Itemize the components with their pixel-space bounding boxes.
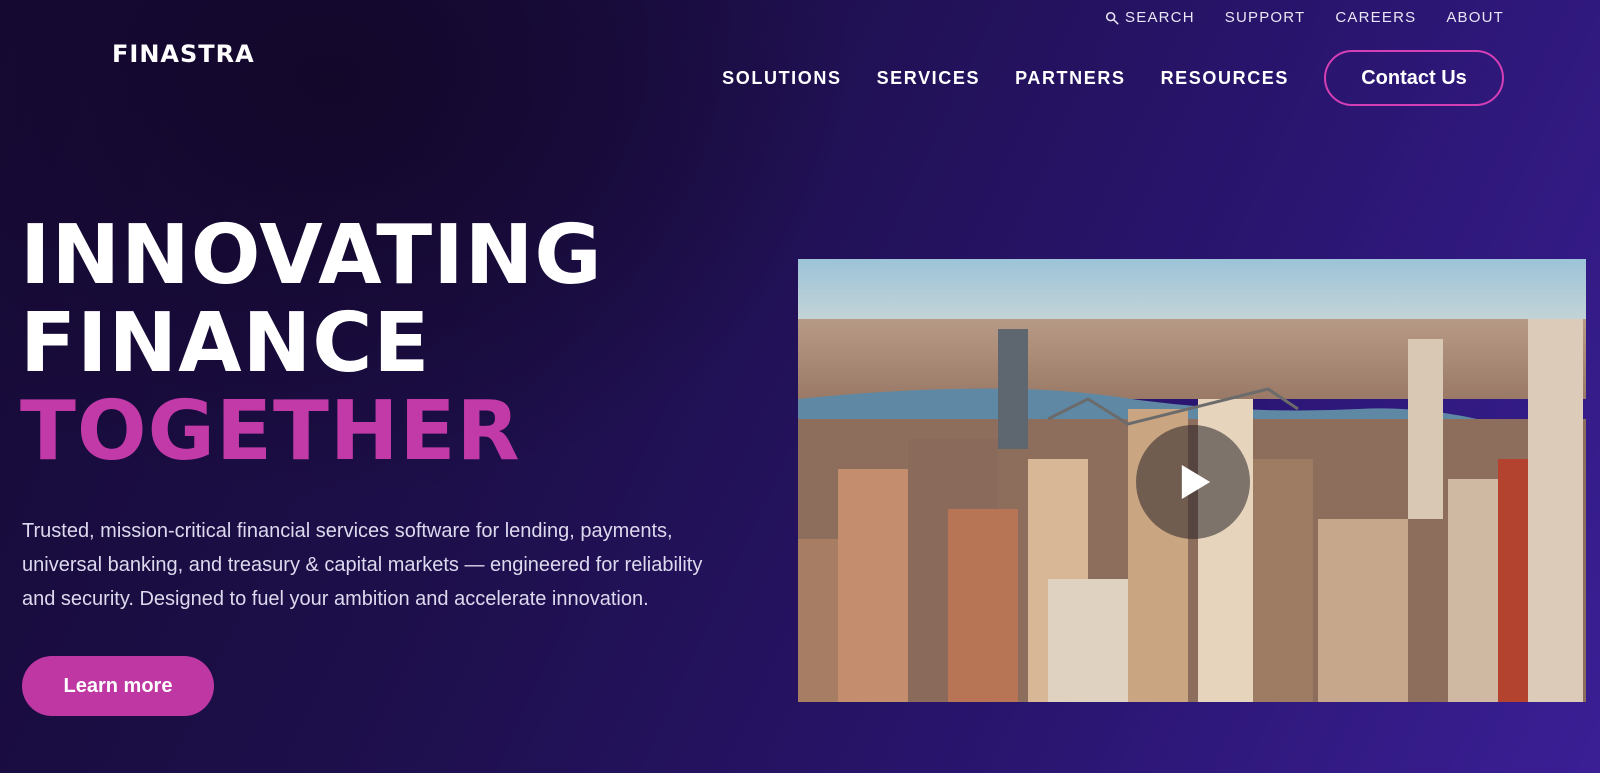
learn-more-button[interactable]: Learn more <box>22 656 214 716</box>
support-link[interactable]: SUPPORT <box>1225 9 1306 26</box>
main-nav: SOLUTIONS SERVICES PARTNERS RESOURCES Co… <box>722 50 1504 106</box>
search-label: SEARCH <box>1125 9 1195 26</box>
hero-title-line-2: FINANCE <box>20 296 431 391</box>
hero-video[interactable] <box>798 259 1586 702</box>
contact-us-button[interactable]: Contact Us <box>1324 50 1504 106</box>
play-icon <box>1181 465 1211 499</box>
search-icon <box>1105 11 1119 24</box>
search-link[interactable]: SEARCH <box>1105 9 1195 26</box>
hero-title-line-1: INNOVATING <box>20 208 603 303</box>
hero-description: Trusted, mission-critical financial serv… <box>22 520 703 610</box>
play-button[interactable] <box>1136 425 1250 539</box>
careers-link[interactable]: CAREERS <box>1335 9 1416 26</box>
about-link[interactable]: ABOUT <box>1446 9 1504 26</box>
finastra-logo[interactable]: FINASTRA <box>112 40 255 68</box>
nav-item-services[interactable]: SERVICES <box>877 68 981 89</box>
nav-item-partners[interactable]: PARTNERS <box>1015 68 1125 89</box>
utility-nav: SEARCH SUPPORT CAREERS ABOUT <box>1105 9 1504 26</box>
page: FINASTRA SEARCH SUPPORT CAREERS ABOUT SO… <box>0 0 1600 773</box>
nav-item-solutions[interactable]: SOLUTIONS <box>722 68 841 89</box>
hero-title: INNOVATING FINANCE TOGETHER <box>20 212 603 476</box>
nav-item-resources[interactable]: RESOURCES <box>1161 68 1289 89</box>
hero-title-line-3: TOGETHER <box>20 384 521 479</box>
